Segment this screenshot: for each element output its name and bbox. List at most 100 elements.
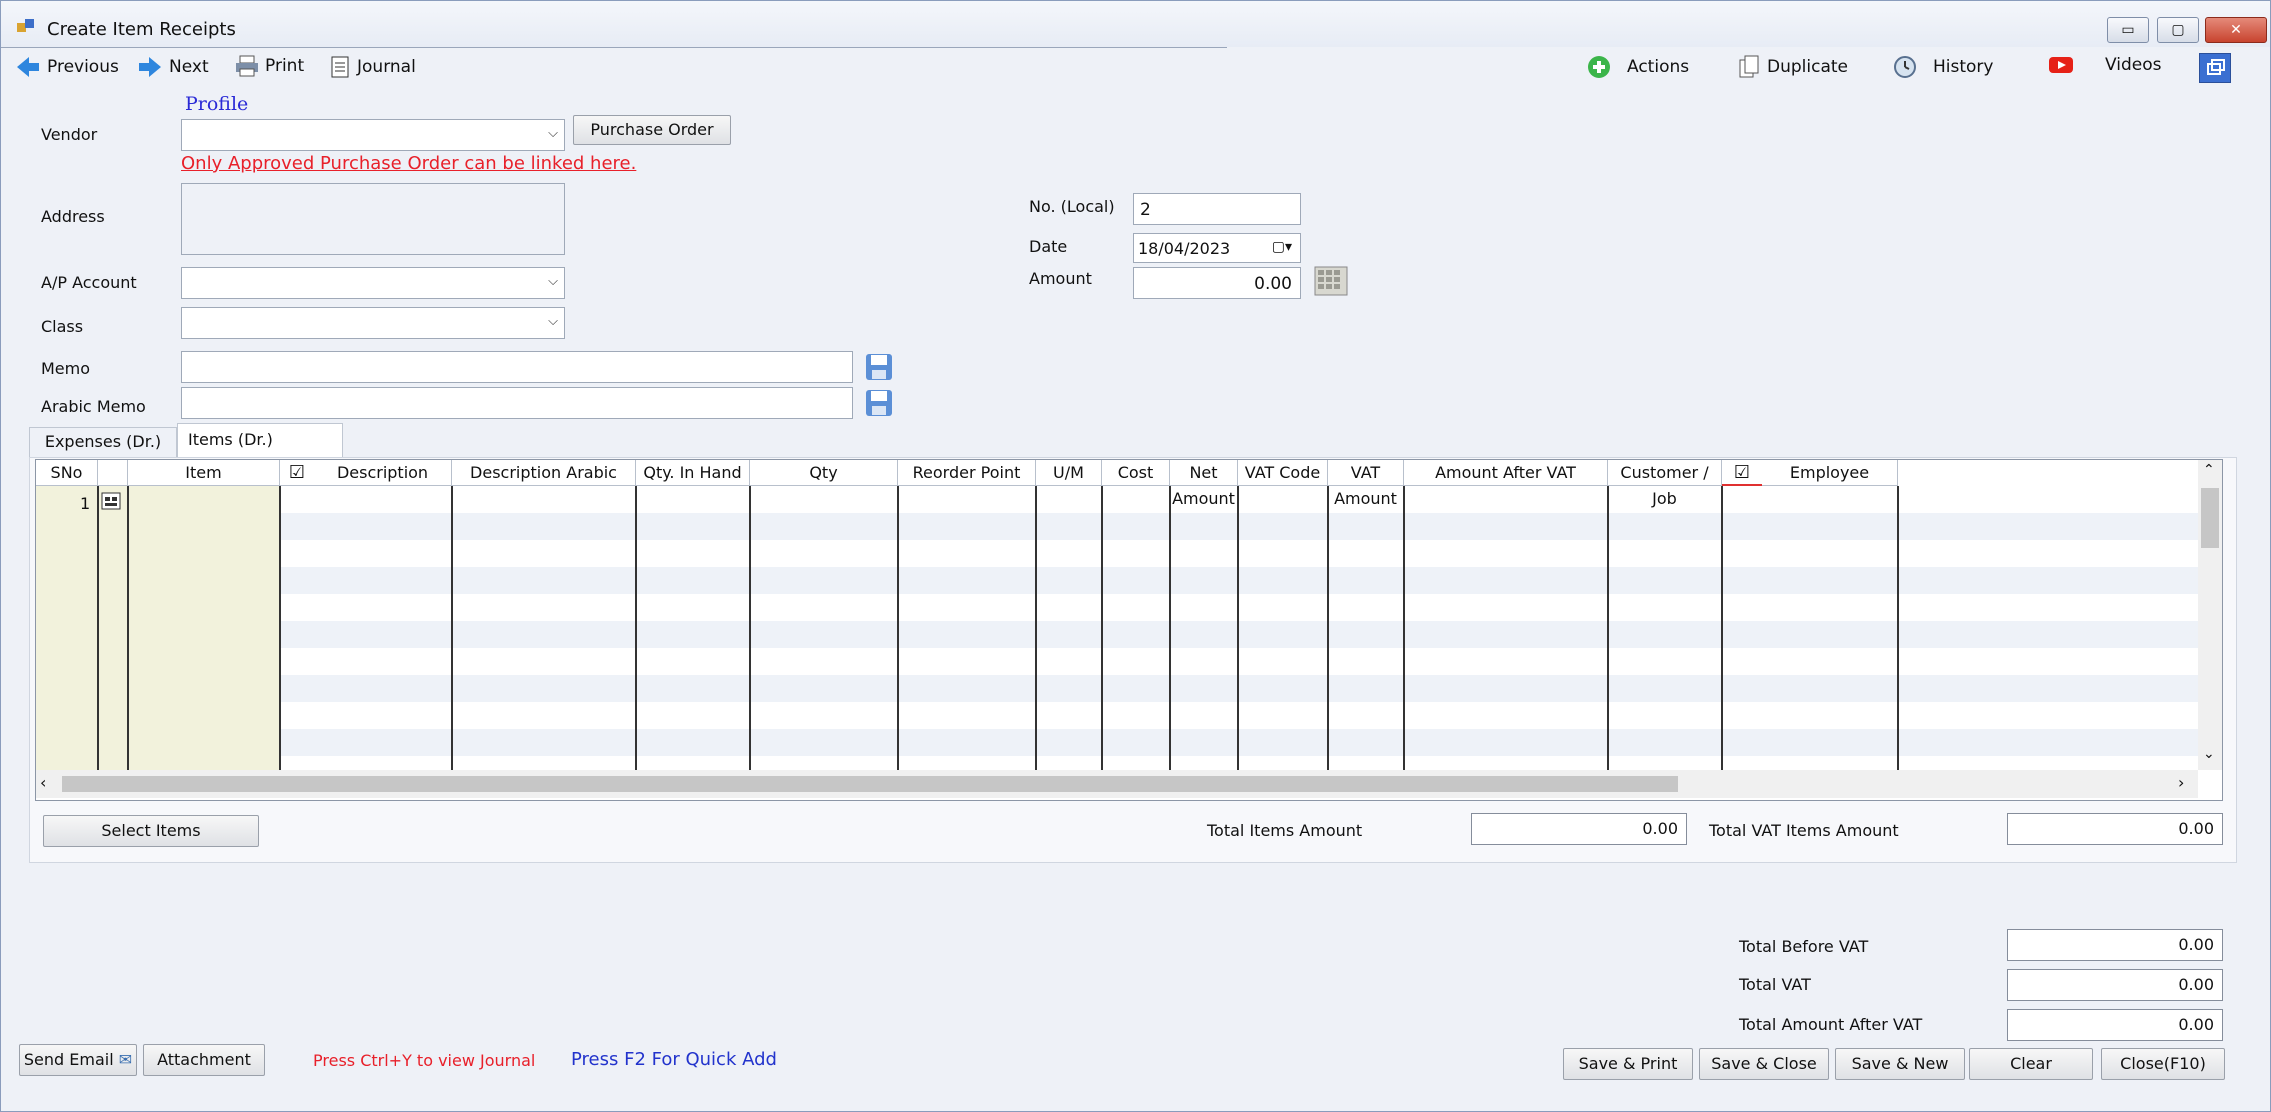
vertical-scrollbar[interactable]: ⌃ ⌄	[2198, 460, 2222, 770]
memo-input[interactable]	[181, 351, 853, 383]
videos-button[interactable]: Videos	[2049, 55, 2162, 75]
column-separator	[1327, 486, 1329, 770]
column-header[interactable]: Description Arabic	[452, 460, 636, 486]
column-separator	[1607, 486, 1609, 770]
total-vat-items-label: Total VAT Items Amount	[1709, 821, 1899, 840]
previous-button[interactable]: Previous	[15, 55, 119, 79]
vertical-scroll-thumb[interactable]	[2201, 488, 2219, 548]
address-field[interactable]	[181, 183, 565, 255]
scroll-up-icon[interactable]: ⌃	[2203, 462, 2215, 478]
chevron-down-icon: ⌵	[548, 314, 558, 329]
column-header[interactable]: U/M	[1036, 460, 1102, 486]
history-button[interactable]: History	[1893, 55, 1993, 79]
close-button[interactable]: Close(F10)	[2101, 1048, 2225, 1080]
checkbox-checked-icon[interactable]: ☑	[289, 462, 305, 483]
save-new-button[interactable]: Save & New	[1835, 1048, 1965, 1080]
vendor-select[interactable]: ⌵	[181, 119, 565, 151]
print-button[interactable]: Print	[235, 55, 304, 77]
no-local-input[interactable]: 2	[1133, 193, 1301, 225]
row-number: 1	[80, 494, 91, 513]
column-header[interactable]: Item	[128, 460, 280, 486]
maximize-button[interactable]: ▢	[2157, 17, 2199, 43]
calendar-dropdown-icon[interactable]: ▢▾	[1272, 239, 1292, 255]
total-items-value: 0.00	[1471, 813, 1687, 845]
grid-row-stripe	[280, 621, 2198, 648]
history-icon	[1894, 56, 1916, 78]
column-header[interactable]	[98, 460, 128, 486]
select-items-button[interactable]: Select Items	[43, 815, 259, 847]
column-separator	[635, 486, 637, 770]
checkbox-checked-icon[interactable]: ☑	[1734, 462, 1750, 483]
app-window: Create Item Receipts ▭ ▢ ✕ Previous Next…	[0, 0, 2271, 1112]
column-header[interactable]: SNo	[36, 460, 98, 486]
send-email-button[interactable]: Send Email ✉	[19, 1044, 137, 1076]
horizontal-scrollbar[interactable]: ‹ ›	[36, 770, 2198, 798]
column-header[interactable]: Reorder Point	[898, 460, 1036, 486]
title-bar: Create Item Receipts ▭ ▢ ✕	[1, 1, 2270, 47]
duplicate-label: Duplicate	[1767, 57, 1848, 77]
header-checkbox[interactable]: ☑	[280, 460, 314, 486]
column-header[interactable]: VAT Code	[1238, 460, 1328, 486]
tab-expenses[interactable]: Expenses (Dr.)	[29, 427, 177, 457]
next-label: Next	[169, 57, 209, 77]
memo-save-icon[interactable]	[863, 351, 895, 383]
column-separator	[279, 486, 281, 770]
scroll-left-icon[interactable]: ‹	[40, 773, 46, 792]
arrow-right-icon	[139, 57, 161, 77]
minimize-button[interactable]: ▭	[2107, 17, 2149, 43]
items-grid: SNo Item ☑ Description Description Arabic Qty…	[35, 459, 2223, 801]
print-label: Print	[265, 56, 305, 76]
journal-button[interactable]: Journal	[329, 55, 416, 79]
column-header[interactable]: Employee	[1762, 460, 1898, 486]
column-header[interactable]: VAT Amount	[1328, 460, 1404, 508]
scroll-down-icon[interactable]: ⌄	[2203, 746, 2215, 762]
header-checkbox[interactable]: ☑	[1722, 460, 1762, 486]
close-window-button[interactable]: ✕	[2205, 17, 2267, 43]
total-before-vat-label: Total Before VAT	[1739, 937, 1869, 956]
column-header[interactable]: Cost	[1102, 460, 1170, 486]
total-after-vat-value: 0.00	[2007, 1009, 2223, 1041]
vendor-label: Vendor	[41, 125, 98, 144]
history-label: History	[1933, 57, 1994, 77]
column-header[interactable]: Qty. In Hand	[636, 460, 750, 486]
duplicate-button[interactable]: Duplicate	[1739, 55, 1848, 79]
column-header[interactable]: Net Amount	[1170, 460, 1238, 508]
column-separator	[127, 486, 129, 770]
column-separator	[1403, 486, 1405, 770]
total-vat-items-value: 0.00	[2007, 813, 2223, 845]
calculator-icon[interactable]	[1313, 265, 1349, 297]
attachment-button[interactable]: Attachment	[143, 1044, 265, 1076]
restore-window-icon[interactable]	[2199, 53, 2231, 83]
arabic-memo-save-icon[interactable]	[863, 387, 895, 419]
column-separator	[897, 486, 899, 770]
memo-label: Memo	[41, 359, 91, 378]
date-picker[interactable]: 18/04/2023 ▢▾	[1133, 233, 1301, 263]
profile-link[interactable]: Profile	[185, 93, 248, 115]
purchase-order-button[interactable]: Purchase Order	[573, 115, 731, 145]
next-button[interactable]: Next	[137, 55, 209, 79]
clear-button[interactable]: Clear	[1969, 1048, 2093, 1080]
chevron-down-icon: ⌵	[548, 274, 558, 289]
column-header[interactable]: Customer / Job	[1608, 460, 1722, 508]
save-close-button[interactable]: Save & Close	[1699, 1048, 1829, 1080]
horizontal-scroll-thumb[interactable]	[62, 776, 1678, 792]
column-header[interactable]: Qty	[750, 460, 898, 486]
column-header[interactable]: Description	[314, 460, 452, 486]
purchase-order-note[interactable]: Only Approved Purchase Order can be link…	[181, 153, 636, 174]
class-select[interactable]: ⌵	[181, 307, 565, 339]
column-separator	[97, 486, 99, 770]
column-separator	[1035, 486, 1037, 770]
printer-icon	[236, 55, 258, 77]
row-edit-icon[interactable]	[100, 490, 124, 512]
plus-circle-icon	[1588, 56, 1610, 78]
save-print-button[interactable]: Save & Print	[1563, 1048, 1693, 1080]
column-separator	[451, 486, 453, 770]
arabic-memo-input[interactable]	[181, 387, 853, 419]
ap-account-select[interactable]: ⌵	[181, 267, 565, 299]
total-items-label: Total Items Amount	[1207, 821, 1363, 840]
amount-input[interactable]: 0.00	[1133, 267, 1301, 299]
tab-items[interactable]: Items (Dr.)	[177, 423, 343, 459]
scroll-right-icon[interactable]: ›	[2178, 773, 2184, 792]
column-header[interactable]: Amount After VAT	[1404, 460, 1608, 486]
actions-button[interactable]: Actions	[1587, 55, 1689, 79]
